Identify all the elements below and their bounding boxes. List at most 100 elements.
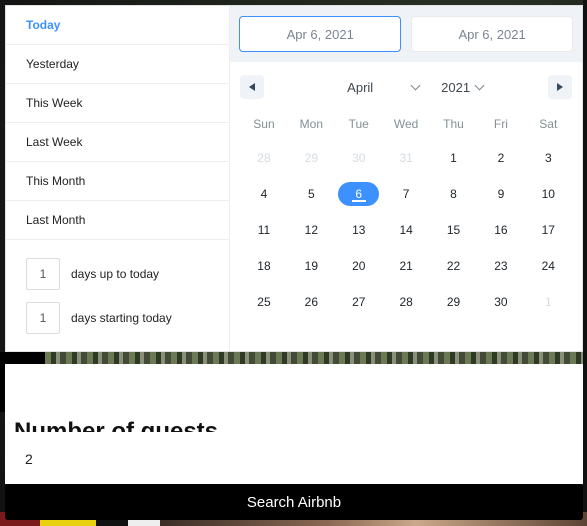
arrow-left-icon — [249, 83, 256, 91]
day-number: 15 — [447, 223, 460, 237]
input-range-row: 1 days starting today — [6, 296, 229, 340]
input-range-label: days up to today — [71, 267, 160, 281]
today-indicator — [351, 200, 366, 202]
range-item-this-month[interactable]: This Month — [6, 162, 230, 201]
day-number-text: 30 — [494, 295, 508, 309]
day-number-text: 30 — [352, 151, 366, 165]
chevron-down-icon — [474, 80, 485, 90]
range-item-today[interactable]: Today — [6, 6, 230, 45]
day-cell[interactable]: 20 — [335, 248, 382, 284]
day-cell[interactable]: 21 — [382, 248, 429, 284]
weekday-label: Mon — [299, 117, 324, 131]
range-item-yesterday[interactable]: Yesterday — [6, 45, 230, 84]
day-number: 9 — [498, 187, 505, 201]
day-number: 25 — [257, 295, 270, 309]
day-selected[interactable]: 6 — [335, 176, 382, 212]
day-cell[interactable]: 11 — [240, 212, 287, 248]
day-cell[interactable]: 28 — [382, 284, 429, 320]
next-month-button[interactable] — [548, 75, 572, 99]
search-button[interactable]: Search Airbnb — [5, 484, 583, 520]
input-range-number[interactable]: 1 — [26, 302, 60, 334]
start-date-input[interactable]: Apr 6, 2021 — [239, 16, 402, 52]
day-number: 8 — [450, 187, 457, 201]
day-cell[interactable]: 12 — [288, 212, 335, 248]
day-number: 12 — [305, 223, 318, 237]
day-number-text: 20 — [352, 259, 366, 273]
year-select[interactable]: 2021 — [441, 79, 485, 95]
prev-month-button[interactable] — [240, 75, 265, 99]
day-number-text: 11 — [257, 223, 271, 237]
date-display: Apr 6, 2021 Apr 6, 2021 — [230, 6, 582, 62]
day-cell[interactable]: 23 — [477, 248, 524, 284]
day-cell[interactable]: 29 — [430, 284, 477, 320]
month-year-pickers: April 2021 — [329, 79, 485, 95]
day-number-text: 27 — [352, 295, 366, 309]
day-number: 28 — [257, 151, 270, 165]
day-cell[interactable]: 2 — [477, 140, 524, 176]
day-number: 1 — [450, 151, 457, 165]
day-number: 27 — [352, 295, 365, 309]
day-cell[interactable]: 5 — [288, 176, 335, 212]
day-number-text: 25 — [257, 295, 271, 309]
day-cell[interactable]: 10 — [525, 176, 572, 212]
input-range-label: days starting today — [71, 311, 172, 325]
day-number: 21 — [399, 259, 412, 273]
day-number: 19 — [305, 259, 318, 273]
day-number-text: 3 — [544, 151, 552, 165]
day-number: 3 — [545, 151, 552, 165]
day-cell[interactable]: 17 — [525, 212, 572, 248]
day-cell[interactable]: 26 — [288, 284, 335, 320]
input-range-number[interactable]: 1 — [26, 258, 60, 290]
year-label: 2021 — [441, 79, 471, 95]
day-cell[interactable]: 16 — [477, 212, 524, 248]
day-number: 22 — [447, 259, 460, 273]
background-right-edge — [583, 0, 587, 526]
day-number-text: 29 — [304, 151, 319, 165]
day-number: 26 — [305, 295, 318, 309]
day-cell[interactable]: 9 — [477, 176, 524, 212]
day-cell[interactable]: 4 — [240, 176, 287, 212]
day-number-text: 31 — [399, 151, 413, 165]
day-number-text: 5 — [308, 187, 315, 201]
range-item-last-week[interactable]: Last Week — [6, 123, 230, 162]
day-cell[interactable]: 25 — [240, 284, 287, 320]
day-number: 23 — [494, 259, 507, 273]
weekday-label: Wed — [393, 117, 419, 131]
day-cell: 1 — [525, 284, 572, 320]
day-cell[interactable]: 14 — [382, 212, 429, 248]
day-number-text: 28 — [257, 151, 271, 165]
end-date-input[interactable]: Apr 6, 2021 — [411, 16, 574, 52]
month-select[interactable]: April — [329, 80, 421, 95]
day-number-text: 16 — [494, 223, 508, 237]
day-number-text: 6 — [355, 187, 363, 201]
day-cell[interactable]: 30 — [477, 284, 524, 320]
day-number-text: 19 — [304, 259, 319, 273]
day-cell: 31 — [382, 140, 429, 176]
day-cell[interactable]: 7 — [382, 176, 429, 212]
weekday-label: Thu — [443, 117, 464, 131]
day-cell: 29 — [288, 140, 335, 176]
day-cell[interactable]: 18 — [240, 248, 287, 284]
day-cell[interactable]: 27 — [335, 284, 382, 320]
day-number: 29 — [447, 295, 460, 309]
range-item-last-month[interactable]: Last Month — [6, 201, 230, 240]
day-number: 18 — [257, 259, 270, 273]
calendar-days: 28 29 30 31 1 2 3 4 5 6 7 8 9 10 11 12 13 14 15 16 17 18 19 20 2… — [230, 136, 582, 320]
range-item-this-week[interactable]: This Week — [6, 84, 230, 123]
day-number-text: 13 — [352, 223, 366, 237]
day-number-text: 18 — [257, 259, 271, 273]
guests-input[interactable]: 2 — [25, 451, 33, 467]
day-cell[interactable]: 24 — [525, 248, 572, 284]
day-cell[interactable]: 22 — [430, 248, 477, 284]
day-number: 17 — [542, 223, 555, 237]
day-cell[interactable]: 15 — [430, 212, 477, 248]
day-number: 2 — [498, 151, 505, 165]
calendar-panel: Apr 6, 2021 Apr 6, 2021 April 2021 Sun M… — [230, 6, 582, 351]
day-cell[interactable]: 19 — [288, 248, 335, 284]
day-number-text: 21 — [399, 259, 413, 273]
day-cell[interactable]: 13 — [335, 212, 382, 248]
day-number: 29 — [305, 151, 318, 165]
day-cell[interactable]: 1 — [430, 140, 477, 176]
day-cell[interactable]: 8 — [430, 176, 477, 212]
day-cell[interactable]: 3 — [525, 140, 572, 176]
